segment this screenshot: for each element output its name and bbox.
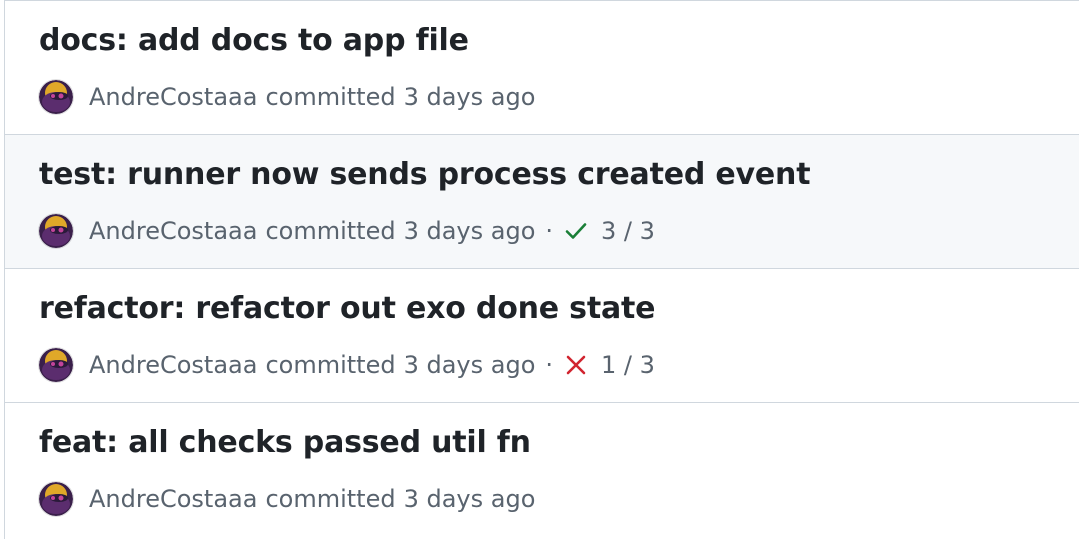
relative-time: 3 days ago — [403, 217, 536, 245]
author-avatar[interactable] — [39, 214, 73, 248]
author-link[interactable]: AndreCostaaa — [89, 83, 257, 111]
commit-title-link[interactable]: docs: add docs to app file — [39, 23, 469, 58]
commit-title-link[interactable]: test: runner now sends process created e… — [39, 157, 811, 192]
relative-time: 3 days ago — [403, 351, 536, 379]
commit-row: test: runner now sends process created e… — [5, 135, 1079, 269]
commit-verb: committed — [265, 351, 396, 379]
commit-row: feat: all checks passed util fn AndreCos… — [5, 403, 1079, 540]
relative-time: 3 days ago — [403, 485, 536, 513]
commit-meta: AndreCostaaa committed 3 days ago — [39, 79, 535, 115]
commit-title-link[interactable]: refactor: refactor out exo done state — [39, 291, 655, 326]
commit-row: docs: add docs to app file AndreCostaaa … — [5, 1, 1079, 135]
checks-status[interactable]: 3 / 3 — [563, 217, 655, 245]
checks-count: 1 / 3 — [601, 351, 655, 379]
commit-title-link[interactable]: feat: all checks passed util fn — [39, 425, 531, 460]
author-avatar[interactable] — [39, 348, 73, 382]
check-icon — [565, 223, 587, 239]
author-avatar[interactable] — [39, 482, 73, 516]
meta-separator: · — [545, 217, 554, 245]
x-icon — [566, 355, 586, 375]
commit-meta: AndreCostaaa committed 3 days ago — [39, 481, 535, 517]
checks-count: 3 / 3 — [601, 217, 655, 245]
author-link[interactable]: AndreCostaaa — [89, 485, 257, 513]
checks-status[interactable]: 1 / 3 — [563, 351, 655, 379]
relative-time: 3 days ago — [403, 83, 536, 111]
commit-meta: AndreCostaaa committed 3 days ago · 3 / … — [39, 213, 655, 249]
commit-meta: AndreCostaaa committed 3 days ago · 1 / … — [39, 347, 655, 383]
commit-verb: committed — [265, 83, 396, 111]
author-link[interactable]: AndreCostaaa — [89, 217, 257, 245]
author-link[interactable]: AndreCostaaa — [89, 351, 257, 379]
commit-list: docs: add docs to app file AndreCostaaa … — [4, 0, 1079, 540]
commit-row: refactor: refactor out exo done state An… — [5, 269, 1079, 403]
commit-verb: committed — [265, 217, 396, 245]
meta-separator: · — [545, 351, 554, 379]
author-avatar[interactable] — [39, 80, 73, 114]
commit-verb: committed — [265, 485, 396, 513]
